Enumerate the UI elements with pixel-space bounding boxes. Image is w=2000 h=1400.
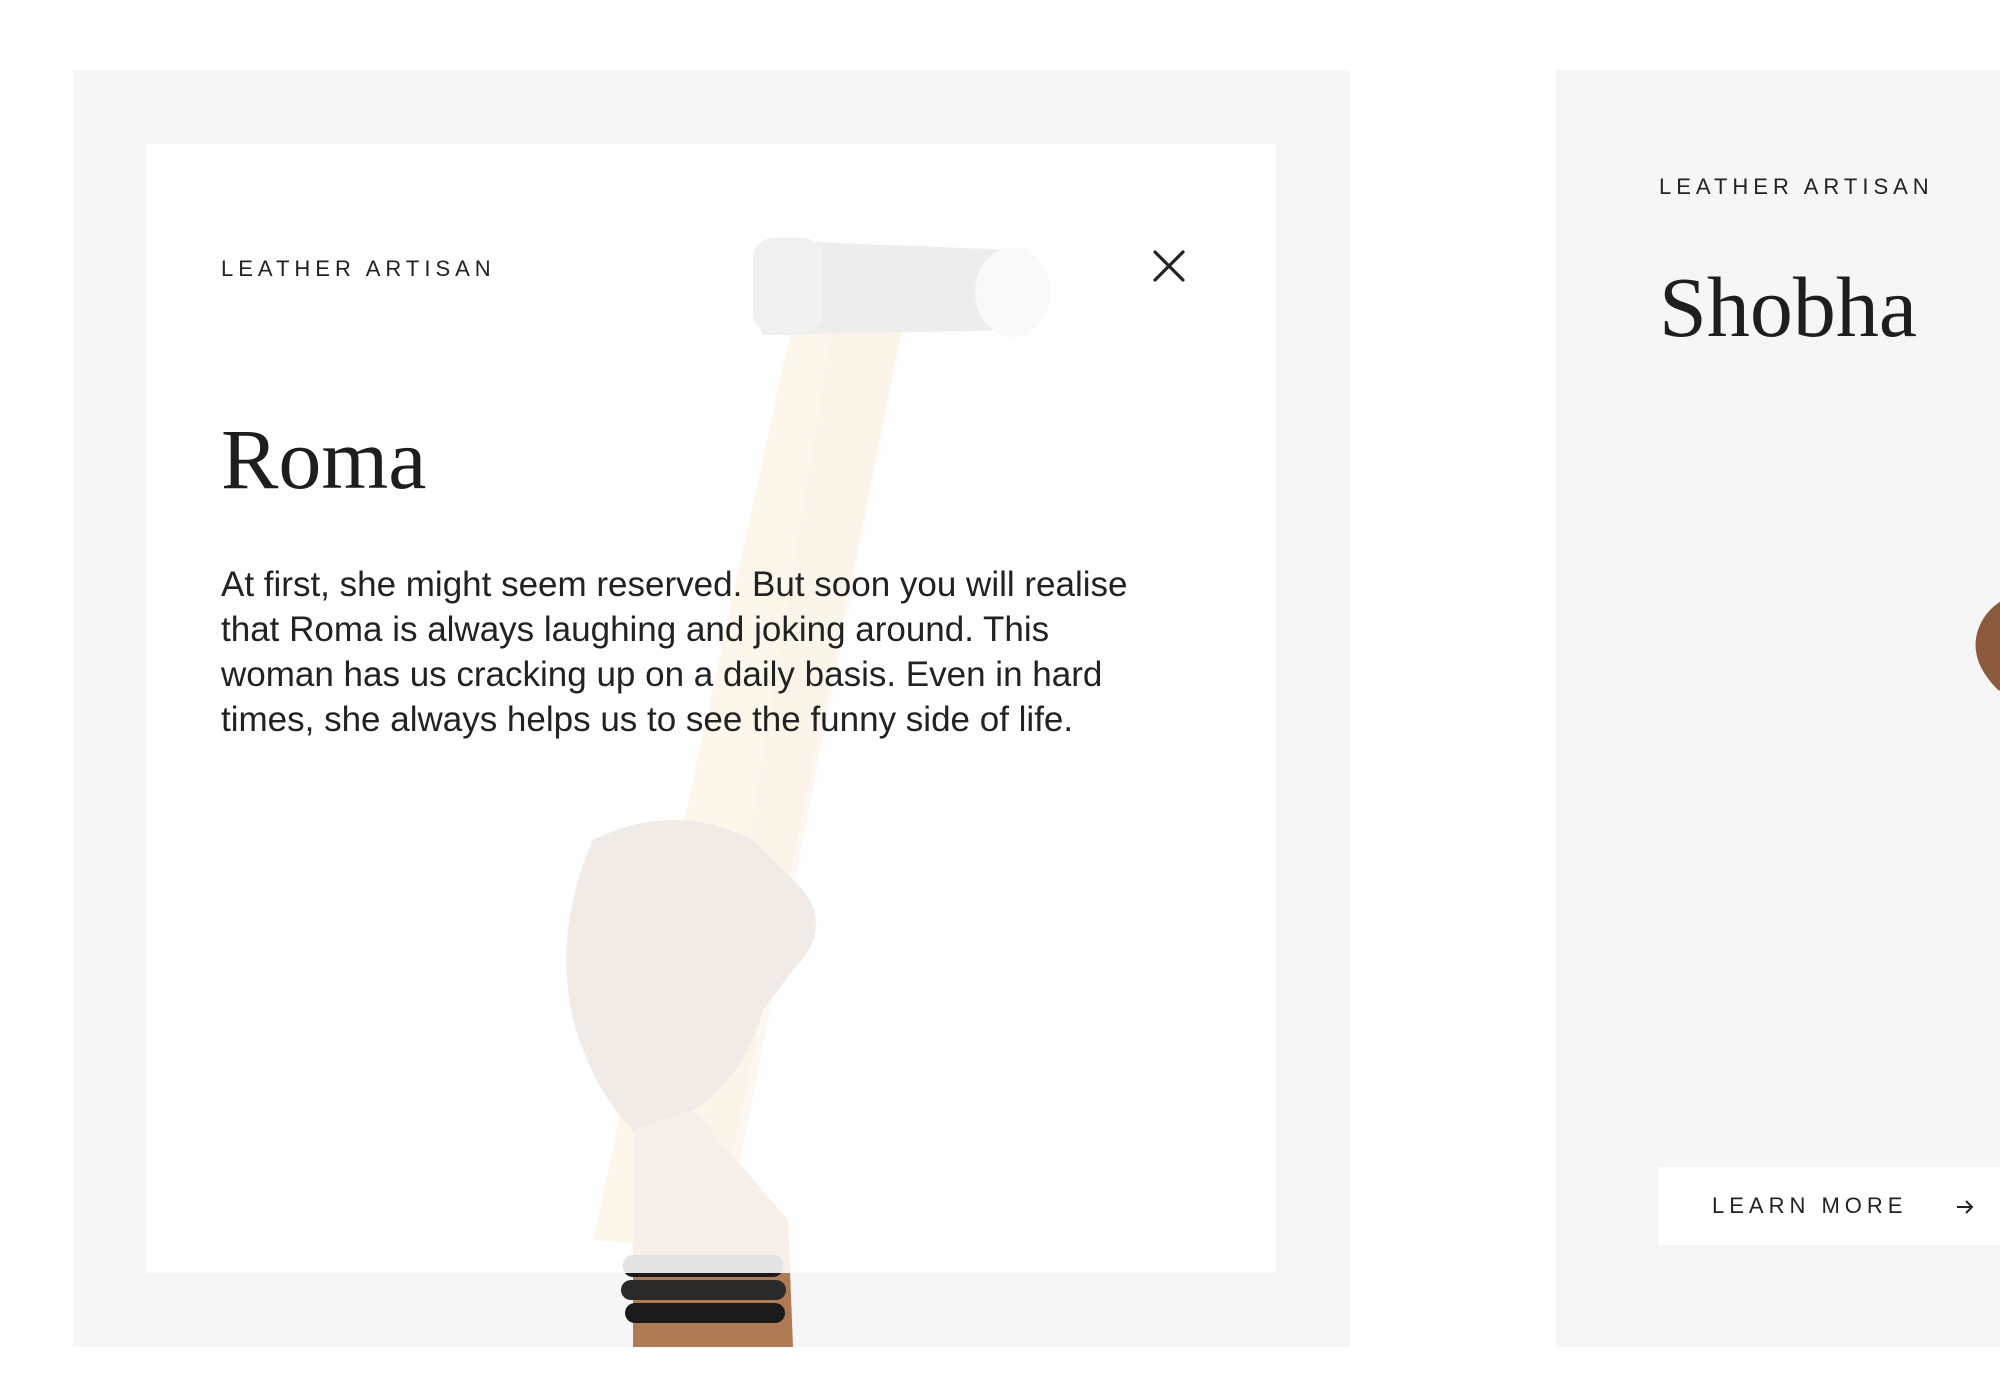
artisan-name: Roma [221,411,427,507]
artisan-bio: At first, she might seem reserved. But s… [221,565,1128,739]
artisan-role: LEATHER ARTISAN [221,256,496,281]
artisan-name: Shobha [1659,259,1917,355]
close-icon [1153,250,1185,282]
close-button[interactable] [1147,244,1191,288]
artisan-carousel: LEATHER ARTISAN Roma At first, she might… [0,0,2000,1400]
artisan-photo [1975,601,2000,691]
artisan-role: LEATHER ARTISAN [1659,174,1934,199]
arrow-right-icon [1957,1200,1974,1214]
artisan-card-shobha[interactable]: LEATHER ARTISAN Shobha LEARN MORE [1556,70,2000,1347]
artisan-card-roma: LEATHER ARTISAN Roma At first, she might… [73,70,1350,1347]
learn-more-label: LEARN MORE [1712,1193,1908,1218]
learn-more-button[interactable]: LEARN MORE [1659,1167,2000,1245]
artisan-detail-panel: LEATHER ARTISAN Roma At first, she might… [147,144,1276,1273]
